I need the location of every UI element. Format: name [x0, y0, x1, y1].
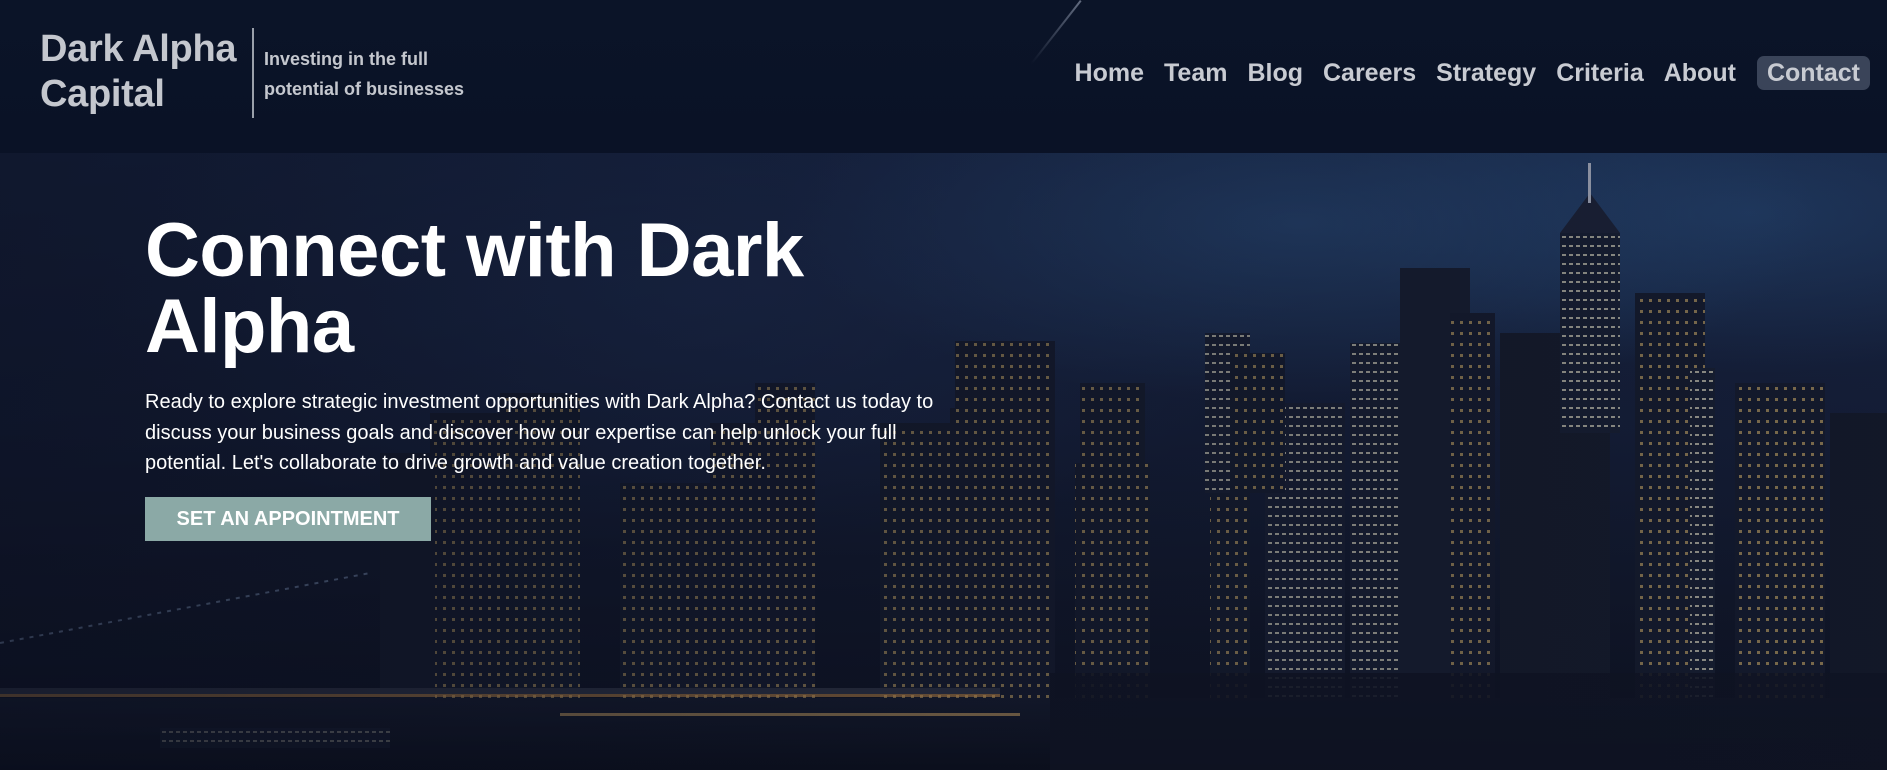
nav-about[interactable]: About: [1654, 56, 1746, 90]
hero-title: Connect with Dark Alpha: [145, 208, 804, 369]
hero-description: Ready to explore strategic investment op…: [145, 391, 934, 474]
nav-criteria[interactable]: Criteria: [1546, 56, 1654, 90]
main-nav: Home Team Blog Careers Strategy Criteria…: [1065, 56, 1870, 90]
brand-tagline: Investing in the full potential of busin…: [264, 49, 465, 99]
brand-divider: [252, 28, 254, 118]
nav-strategy[interactable]: Strategy: [1426, 56, 1546, 90]
hero-section: Connect with Dark Alpha Ready to explore…: [0, 153, 1887, 770]
nav-contact[interactable]: Contact: [1756, 56, 1870, 90]
light-streak-decoration: [1030, 0, 1082, 65]
nav-careers[interactable]: Careers: [1313, 56, 1426, 90]
nav-home[interactable]: Home: [1065, 56, 1154, 90]
nav-team[interactable]: Team: [1154, 56, 1237, 90]
set-appointment-button[interactable]: SET AN APPOINTMENT: [145, 496, 431, 541]
brand-logo[interactable]: Dark Alpha Capital: [40, 27, 250, 117]
hero-content: Connect with Dark Alpha Ready to explore…: [145, 213, 975, 541]
page: Dark Alpha Capital Investing in the full…: [0, 0, 1887, 770]
nav-blog[interactable]: Blog: [1237, 56, 1313, 90]
site-header: Dark Alpha Capital Investing in the full…: [0, 0, 1887, 153]
